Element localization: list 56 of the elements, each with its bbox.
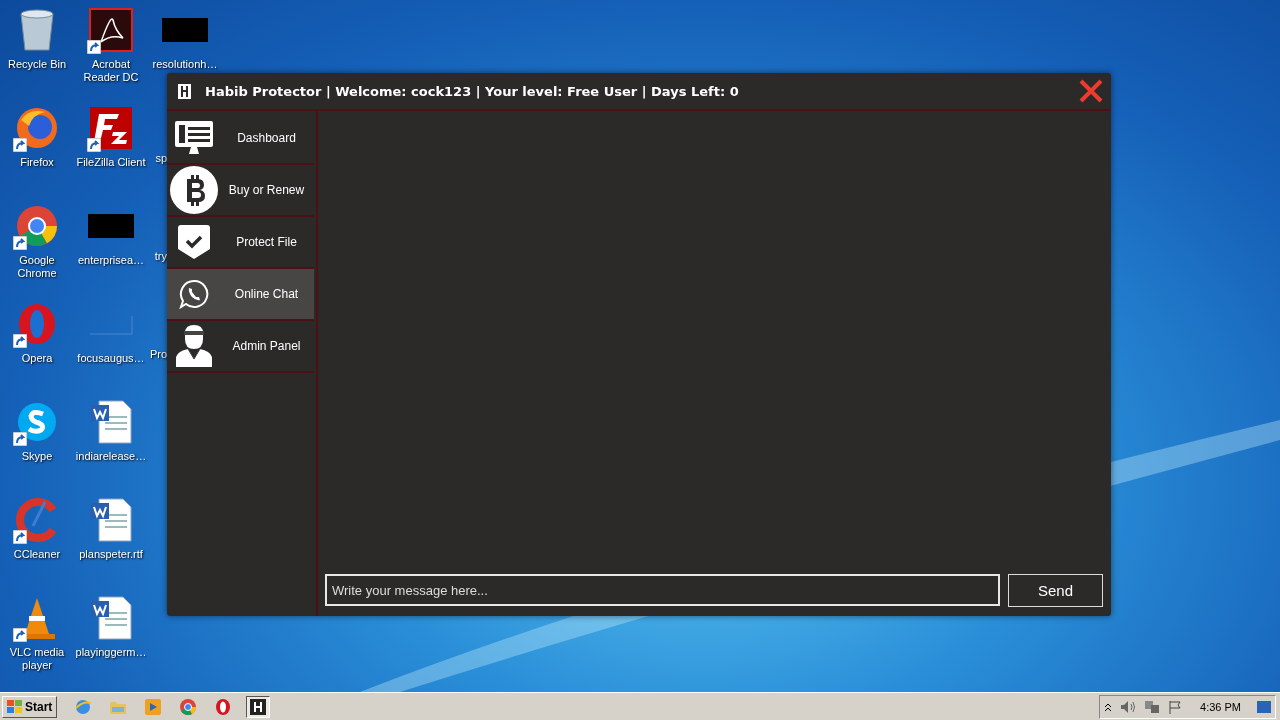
desktop-icon-label[interactable]: FileZilla Client bbox=[76, 156, 146, 169]
app-icon bbox=[249, 698, 268, 716]
desktop-icon-label[interactable]: focusaugus… bbox=[77, 352, 145, 365]
chevron-up-icon[interactable] bbox=[1104, 702, 1113, 712]
filezilla-icon bbox=[89, 106, 133, 150]
sidebar-item[interactable]: Admin Panel bbox=[167, 321, 314, 373]
windows-logo-icon bbox=[7, 700, 23, 714]
chat-bubble-icon bbox=[15, 400, 59, 444]
close-button[interactable] bbox=[1077, 77, 1105, 105]
chrome-icon bbox=[179, 698, 198, 716]
sidebar-item[interactable]: Buy or Renew bbox=[167, 165, 314, 217]
sidebar-item[interactable]: Protect File bbox=[167, 217, 314, 269]
desktop-icon-label[interactable]: Recycle Bin bbox=[7, 58, 67, 71]
person-icon bbox=[176, 325, 212, 367]
desktop-icon-label[interactable]: enterprisea… bbox=[77, 254, 144, 267]
start-button[interactable]: Start bbox=[2, 696, 58, 718]
desktop-icon-label[interactable]: Firefox bbox=[20, 156, 54, 169]
globe-icon bbox=[74, 698, 93, 716]
taskbar-button[interactable] bbox=[246, 696, 271, 718]
flag-icon[interactable] bbox=[1168, 700, 1183, 714]
bitcoin-icon bbox=[170, 166, 218, 214]
app-logo-icon bbox=[178, 83, 191, 99]
ring-icon bbox=[214, 698, 233, 716]
word-document-icon bbox=[89, 596, 133, 640]
desktop-icon-label[interactable]: Google Chrome bbox=[0, 254, 74, 280]
speaker-icon[interactable] bbox=[1120, 700, 1137, 714]
desktop-icon-label[interactable]: Pro bbox=[149, 348, 167, 361]
desktop-icon-label[interactable]: Opera bbox=[21, 352, 53, 365]
clock[interactable]: 4:36 PM bbox=[1200, 701, 1241, 713]
fox-globe-icon bbox=[15, 106, 59, 150]
send-button[interactable]: Send bbox=[1008, 574, 1103, 607]
desktop-icon-label[interactable]: playinggerm… bbox=[75, 646, 147, 659]
chrome-icon bbox=[15, 204, 59, 248]
desktop-icon-label[interactable]: CCleaner bbox=[13, 548, 61, 561]
sidebar-item[interactable]: Dashboard bbox=[167, 113, 314, 165]
window-title: Habib Protector | Welcome: cock123 | Your level: Free User | Days Left: 0 bbox=[205, 83, 739, 99]
network-icon[interactable] bbox=[1144, 700, 1161, 714]
desktop-icon-label[interactable]: Skype bbox=[21, 450, 53, 463]
desktop-icon-label[interactable]: VLC media player bbox=[0, 646, 74, 672]
desktop-icon-label[interactable]: try bbox=[154, 250, 167, 263]
message-field[interactable]: Write your message here... bbox=[325, 574, 1000, 606]
desktop-icon-label[interactable]: planspeter.rtf bbox=[79, 548, 143, 561]
broom-icon bbox=[15, 498, 59, 542]
media-player-icon bbox=[144, 698, 163, 716]
phone-bubble-icon bbox=[179, 279, 209, 309]
desktop-icon-label[interactable]: sp bbox=[155, 152, 167, 165]
desktop-icon-label[interactable]: Acrobat Reader DC bbox=[74, 58, 148, 84]
shield-check-icon bbox=[178, 225, 210, 259]
word-document-icon bbox=[89, 498, 133, 542]
pdf-icon bbox=[89, 8, 133, 52]
recycle-bin-icon bbox=[17, 8, 57, 52]
sidebar-item[interactable]: Online Chat bbox=[167, 269, 314, 321]
desktop-icon-label[interactable]: indiarelease… bbox=[75, 450, 147, 463]
monitor-list-icon bbox=[175, 121, 213, 155]
word-document-icon bbox=[89, 400, 133, 444]
desktop-icon-label[interactable]: resolutionh… bbox=[152, 58, 218, 71]
